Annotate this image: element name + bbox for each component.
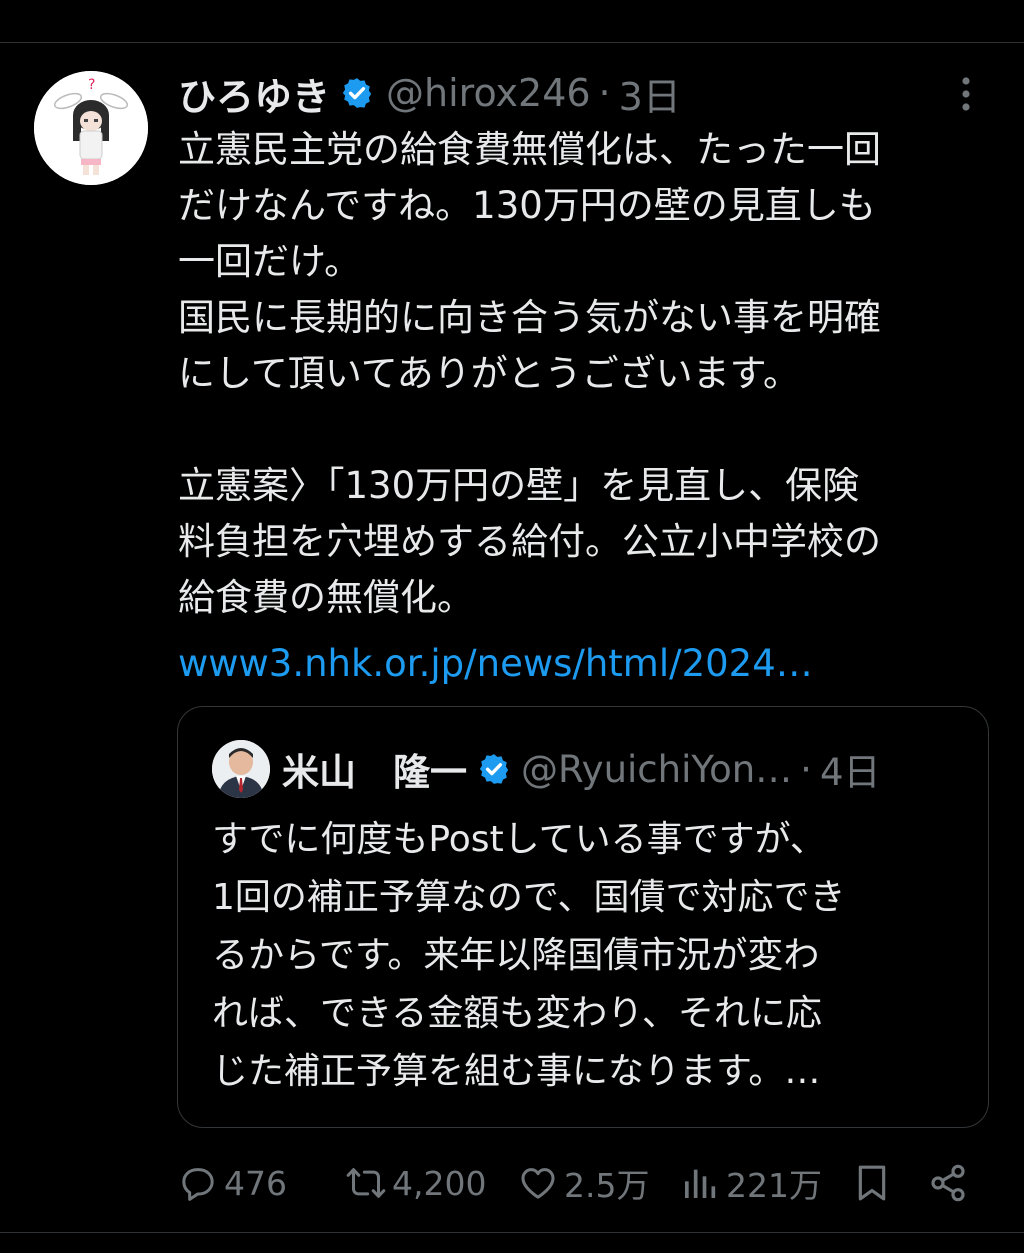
quoted-text: すでに何度もPostしている事ですが、 1回の補正予算なので、国債で対応でき る… (212, 819, 846, 1092)
share-icon[interactable] (944, 0, 984, 10)
more-options-icon[interactable] (956, 76, 976, 112)
avatar-illustration: ? (34, 71, 148, 185)
share-button[interactable] (928, 1158, 968, 1208)
views-button[interactable]: 221万 (680, 1158, 822, 1208)
verified-badge-icon (342, 78, 372, 108)
author-handle[interactable]: @hirox246 (386, 71, 591, 115)
tweet-link[interactable]: www3.nhk.or.jp/news/html/2024… (178, 636, 813, 692)
repost-count: 4,200 (392, 1163, 487, 1203)
bookmark-icon (858, 1165, 886, 1201)
like-count: 2.5万 (564, 1166, 650, 1205)
tweet-timestamp[interactable]: 3日 (619, 66, 681, 121)
tweet-text: 立憲民主党の給食費無償化は、たった一回 だけなんですね。130万円の壁の見直しも… (178, 128, 881, 619)
repost-icon[interactable] (370, 0, 410, 10)
author-name[interactable]: ひろゆき (178, 66, 330, 121)
quoted-timestamp[interactable]: 4日 (820, 742, 881, 796)
quoted-author-handle[interactable]: @RyuichiYon… (521, 748, 792, 791)
views-count: 221万 (726, 1166, 822, 1205)
repost-button[interactable]: 4,200 (346, 1158, 486, 1208)
author-avatar[interactable]: ? (34, 71, 148, 185)
quoted-avatar-photo (212, 740, 270, 798)
reply-button[interactable]: 476 (178, 1158, 287, 1208)
like-icon[interactable] (530, 0, 570, 10)
share-icon (931, 1164, 965, 1202)
tweet-action-bar: 476 4,200 2.5万 221万 (0, 1158, 1024, 1208)
bookmark-icon[interactable] (852, 0, 892, 10)
previous-tweet-action-bar (0, 0, 1024, 14)
separator-dot: · (598, 71, 611, 115)
heart-icon (521, 1168, 555, 1199)
verified-badge-icon (479, 754, 509, 784)
reply-count: 476 (224, 1163, 287, 1203)
repost-icon (346, 1168, 386, 1198)
views-icon[interactable] (680, 0, 720, 10)
views-chart-icon (685, 1169, 716, 1198)
like-button[interactable]: 2.5万 (518, 1158, 649, 1208)
bottom-divider (0, 1232, 1024, 1233)
reply-icon (182, 1168, 214, 1201)
bookmark-button[interactable] (852, 1158, 892, 1208)
quoted-header: 米山 隆一 @RyuichiYon… · 4日 (282, 742, 881, 796)
top-divider (0, 42, 1024, 43)
separator-dot: · (800, 747, 812, 791)
tweet-header: ひろゆき @hirox246 · 3日 (178, 70, 681, 119)
quoted-tweet[interactable]: 米山 隆一 @RyuichiYon… · 4日 すでに何度もPostしている事で… (177, 706, 989, 1128)
quoted-author-name[interactable]: 米山 隆一 (282, 742, 467, 796)
reply-icon[interactable] (200, 0, 240, 10)
svg-text:?: ? (88, 77, 95, 93)
quoted-author-avatar[interactable] (212, 740, 270, 798)
